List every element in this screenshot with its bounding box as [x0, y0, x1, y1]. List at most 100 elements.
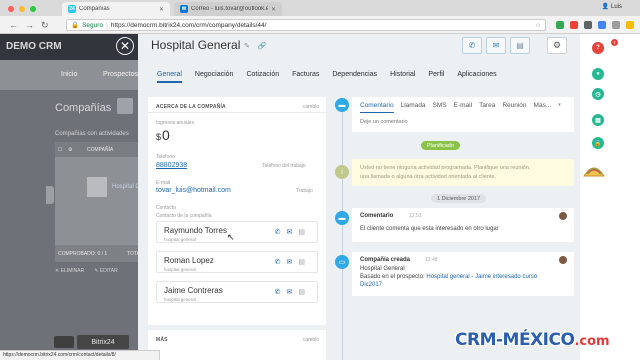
comment-input[interactable]: Deje un comentario	[360, 119, 408, 125]
contact-role: hospital general	[164, 297, 196, 302]
composer-tab-comentario[interactable]: Comentario	[360, 102, 394, 113]
star-icon[interactable]: ☆	[535, 21, 541, 29]
created-company-name: Hospital General	[360, 266, 405, 272]
lock-icon[interactable]: 🔒	[592, 137, 604, 149]
item-time: 12:48	[425, 257, 438, 263]
lead-link-continued[interactable]: Dic2017	[360, 282, 382, 288]
tab-dependencias[interactable]: Dependencias	[332, 71, 377, 83]
envelope-icon[interactable]: ✉	[287, 288, 293, 296]
extension-icon[interactable]	[570, 21, 578, 29]
change-link[interactable]: cambio	[303, 104, 319, 110]
chat-icon[interactable]: ▤	[592, 114, 604, 126]
lead-link[interactable]: Hospital general - Jaime interesado curs…	[426, 274, 537, 280]
edit-title-icon[interactable]: ✎	[244, 42, 250, 50]
phone-icon[interactable]: ✆	[275, 258, 281, 266]
composer-tab-llamada[interactable]: Llamada	[401, 102, 426, 113]
tab-negociacion[interactable]: Negociación	[195, 71, 234, 83]
extension-icons: ⋮	[556, 21, 640, 29]
revenue-label: Ingresos anuales	[156, 120, 195, 126]
tab-aplicaciones[interactable]: Aplicaciones	[457, 71, 496, 83]
window-maximize-icon[interactable]	[30, 6, 36, 12]
chat-button[interactable]: ▤	[510, 37, 530, 54]
avatar	[559, 256, 567, 264]
warning-line: una llamada o alguna otra actividad orie…	[360, 174, 497, 180]
help-icon[interactable]: ? 7	[592, 39, 618, 54]
settings-button[interactable]: ⚙	[547, 37, 567, 54]
company-avatar-icon	[87, 177, 107, 197]
browser-tab-companias[interactable]: 24 Compañías ✕	[62, 2, 170, 16]
browser-status-url: https://democrm.bitrix24.com/crm/contact…	[0, 350, 160, 360]
envelope-icon[interactable]: ✉	[287, 228, 293, 236]
chat-icon[interactable]: ▤	[298, 228, 305, 236]
extension-icon[interactable]	[612, 21, 620, 29]
composer-tab-sms[interactable]: SMS	[433, 102, 447, 113]
window-minimize-icon[interactable]	[19, 6, 25, 12]
notifications-icon[interactable]: ●	[592, 68, 604, 80]
extension-icon[interactable]	[626, 21, 634, 29]
chat-icon[interactable]: ▤	[298, 288, 305, 296]
tab-facturas[interactable]: Facturas	[292, 71, 319, 83]
contact-card[interactable]: Roman Lopez hospital general ✆ ✉ ▤	[156, 251, 318, 273]
background-subtitle: Compañías con actividades	[55, 131, 129, 137]
phone-label: Teléfono	[156, 154, 175, 160]
browser-tab-correo[interactable]: ✉ Correo - luis.tovar@outlook.es ✕	[174, 2, 282, 16]
currency-symbol: $	[156, 132, 162, 142]
column-header: COMPAÑÍA	[87, 147, 114, 153]
browser-profile[interactable]: 👤 Luis	[602, 3, 623, 11]
watermark-text: CRM-MÉXICO	[455, 330, 575, 350]
tab-general[interactable]: General	[157, 71, 182, 83]
window-close-icon[interactable]	[8, 6, 14, 12]
gear-icon: ⚙	[552, 40, 562, 50]
tab-historial[interactable]: Historial	[390, 71, 415, 83]
collapse-handle	[46, 186, 54, 204]
phone-link[interactable]: 88802938	[156, 162, 187, 169]
tab-close-icon[interactable]: ✕	[271, 6, 276, 13]
page-title: Hospital General	[151, 38, 241, 52]
tab-perfil[interactable]: Perfil	[428, 71, 444, 83]
contact-card[interactable]: Jaime Contreras hospital general ✆ ✉ ▤	[156, 281, 318, 303]
change-link[interactable]: cambio	[303, 337, 319, 343]
forward-icon[interactable]: →	[25, 20, 34, 30]
extension-icon[interactable]	[598, 21, 606, 29]
settings-icon: ⚙	[68, 147, 73, 153]
warning-line: Usted no tiene ninguna actividad program…	[360, 165, 531, 171]
phone-icon[interactable]: ✆	[275, 228, 281, 236]
contact-name[interactable]: Jaime Contreras	[164, 286, 223, 295]
composer-tab-reunion[interactable]: Reunión	[502, 102, 526, 113]
envelope-icon[interactable]: ✉	[287, 258, 293, 266]
email-label: E-mail	[156, 180, 171, 186]
background-table-header: ☐ ⚙ COMPAÑÍA	[55, 142, 150, 157]
browser-tab-strip: 24 Compañías ✕ ✉ Correo - luis.tovar@out…	[0, 0, 640, 16]
email-button[interactable]: ✉	[486, 37, 506, 54]
call-button[interactable]: ✆	[462, 37, 482, 54]
extension-icon[interactable]	[584, 21, 592, 29]
contact-card[interactable]: Raymundo Torres hospital general ✆ ✉ ▤	[156, 221, 318, 243]
menu-item: Inicio	[61, 71, 78, 78]
tab-close-icon[interactable]: ✕	[159, 6, 164, 13]
item-title: Comentario	[360, 213, 394, 219]
contact-role: hospital general	[164, 267, 196, 272]
composer-tab-email[interactable]: E-mail	[454, 102, 472, 113]
tab-title: Correo - luis.tovar@outlook.es	[191, 6, 268, 12]
composer-tab-more[interactable]: Más...	[534, 102, 552, 113]
background-table-footer: COMPROBADO: 0 / 1 TOTAL	[55, 245, 150, 262]
timeline-line	[342, 112, 343, 360]
composer-tab-tarea[interactable]: Tarea	[479, 102, 495, 113]
chat-icon[interactable]: ▤	[298, 258, 305, 266]
reload-icon[interactable]: ↻	[41, 20, 49, 30]
timer-icon[interactable]: ◷	[592, 88, 604, 100]
contact-name[interactable]: Raymundo Torres	[164, 226, 227, 235]
email-link[interactable]: tovar_luis@hotmail.com	[156, 187, 231, 194]
extension-icon[interactable]	[556, 21, 564, 29]
divider	[148, 112, 326, 113]
link-icon[interactable]: 🔗	[258, 42, 267, 50]
tab-cotizacion[interactable]: Cotización	[246, 71, 279, 83]
phone-icon[interactable]: ✆	[275, 288, 281, 296]
item-title: Compañía creada	[360, 257, 411, 263]
contact-name[interactable]: Roman Lopez	[164, 256, 214, 265]
logo: DEMO CRM	[6, 41, 62, 52]
close-slider-icon[interactable]: ✕	[116, 37, 134, 55]
back-icon[interactable]: ←	[9, 20, 18, 30]
chevron-down-icon[interactable]: ▾	[558, 102, 561, 113]
url-bar[interactable]: 🔒 Seguro | https://democrm.bitrix24.com/…	[66, 19, 546, 31]
